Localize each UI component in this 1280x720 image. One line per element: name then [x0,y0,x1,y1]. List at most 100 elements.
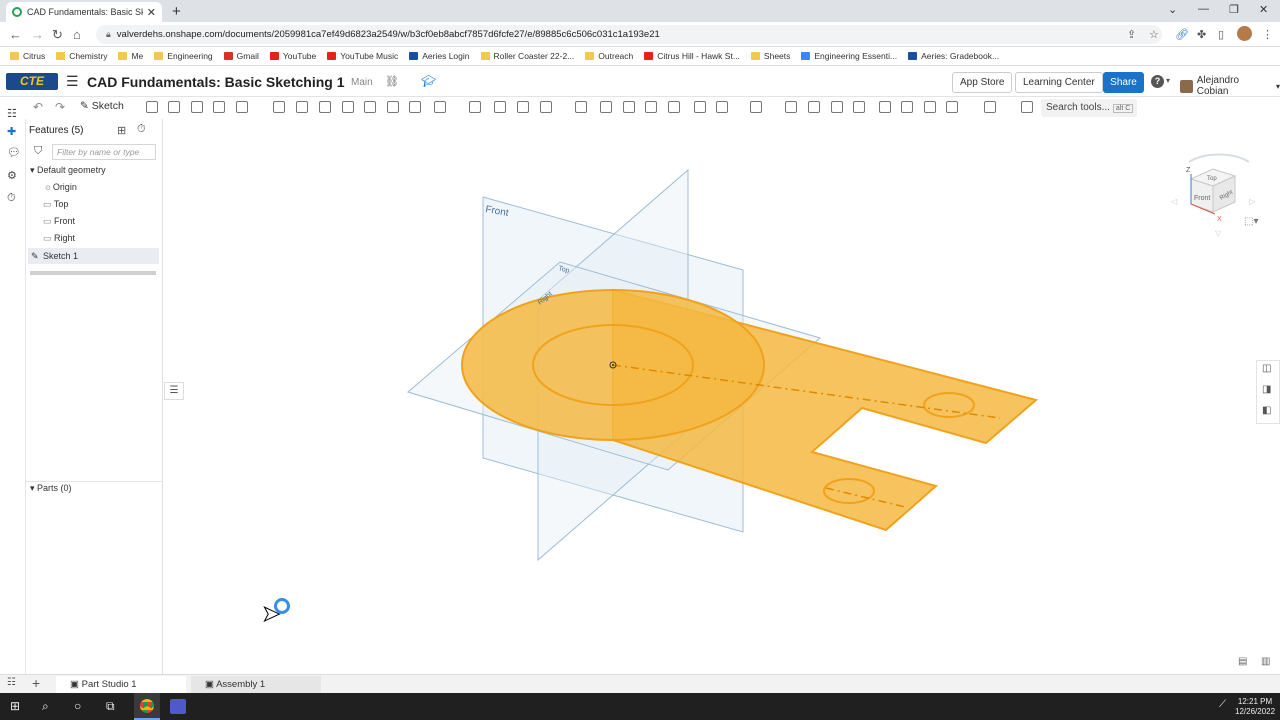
orbit-arc-icon[interactable] [1188,153,1250,163]
bookmark-item[interactable]: Engineering Essenti... [801,51,897,61]
sweep-tool-icon[interactable] [191,101,203,113]
side-panel-icon[interactable]: ▯ [1218,28,1224,41]
chrome-taskbar-button[interactable] [134,693,160,720]
tab-assembly[interactable]: ▣ Assembly 1 [191,676,321,693]
display-mode-icon[interactable]: ▤ [1238,656,1247,667]
boolean-tool-icon[interactable] [494,101,506,113]
helix-tool-icon[interactable] [645,101,657,113]
comments-icon[interactable]: 💬︎ [7,146,21,159]
add-feature-tool-icon[interactable] [1021,101,1033,113]
home-icon[interactable]: ⌂ [73,27,81,42]
user-menu[interactable]: Alejandro Cobian ▾ [1180,75,1280,97]
rib-tool-icon[interactable] [342,101,354,113]
bookmark-item[interactable]: Gmail [223,51,259,61]
rotate-down-icon[interactable]: ▽ [1215,229,1222,238]
view-cube[interactable]: Top Front Right Z X ◁ ▷ ▽ [1169,134,1259,244]
transform-tool-icon[interactable] [540,101,552,113]
network-icon[interactable]: ⟋ [1219,699,1226,710]
import-tool-icon[interactable] [879,101,891,113]
graphics-viewport[interactable]: Front Top Right Top Front Right Z X ◁ ▷ … [164,119,1280,674]
tab-part-studio[interactable]: ▣ Part Studio 1 [56,676,186,693]
bookmark-item[interactable]: Chemistry [56,51,107,61]
wrap-tool-icon[interactable] [694,101,706,113]
graduation-cap-icon[interactable]: 🎓︎ [421,74,436,88]
mirror-tool-icon[interactable] [469,101,481,113]
search-icon[interactable]: ⌕ [42,699,49,714]
feature-list-icon[interactable]: ☷ [7,107,17,120]
bookmark-item[interactable]: YouTube [269,51,316,61]
bookmark-item[interactable]: YouTube Music [327,51,398,61]
custom-feature-tool-icon[interactable] [831,101,843,113]
add-folder-icon[interactable]: ⊞ [117,124,126,137]
render-tool-icon[interactable] [901,101,913,113]
rollback-bar[interactable] [30,271,156,275]
add-feature-icon[interactable]: ✚ [7,125,16,138]
fs-tool-icon[interactable] [853,101,865,113]
hole-tool-icon[interactable] [387,101,399,113]
document-title[interactable]: CAD Fundamentals: Basic Sketching 1 [87,74,345,90]
feature-origin[interactable]: ⊙ Origin [45,182,77,192]
task-view-icon[interactable]: ⧉ [106,699,115,714]
frame-tool-icon[interactable] [750,101,762,113]
forward-icon[interactable]: → [31,27,44,42]
linear-pattern-icon[interactable] [409,101,421,113]
move-face-tool-icon[interactable] [946,101,958,113]
feature-sketch-1[interactable]: ✎ Sketch 1 [28,248,159,264]
profile-avatar[interactable] [1237,26,1252,41]
chamfer-tool-icon[interactable] [296,101,308,113]
appearance-icon[interactable]: ◫ [1262,363,1271,374]
cte-logo[interactable]: CTE [6,73,58,90]
split-tool-icon[interactable] [517,101,529,113]
more-menu-icon[interactable]: ⋮ [1262,28,1273,41]
back-icon[interactable]: ← [9,27,22,42]
history-icon[interactable]: ⏱︎ [7,192,16,205]
bookmark-item[interactable]: Citrus Hill - Hawk St... [644,51,740,61]
rotate-left-icon[interactable]: ◁ [1171,197,1178,206]
feature-top[interactable]: ▭ Top [43,199,68,210]
shell-tool-icon[interactable] [364,101,376,113]
bookmark-star-icon[interactable]: ☆ [1149,28,1159,41]
restore-icon[interactable]: ❐ [1229,3,1239,16]
circular-pattern-icon[interactable] [434,101,446,113]
cortana-icon[interactable]: ○ [74,699,81,713]
redo-icon[interactable]: ↷ [55,100,65,114]
delete-part-tool-icon[interactable] [575,101,587,113]
plane-tool-icon[interactable] [623,101,635,113]
bookmark-item[interactable]: Roller Coaster 22-2... [480,51,574,61]
mate-connector-tool-icon[interactable] [600,101,612,113]
help-chevron-icon[interactable]: ▾ [1166,76,1170,85]
close-tab-icon[interactable]: ✕ [147,6,156,19]
learning-center-button[interactable]: Learning Center [1015,72,1103,93]
new-tab-icon[interactable]: + [172,3,181,20]
thicken-tool-icon[interactable] [236,101,248,113]
section-view-icon[interactable]: ▥ [1261,656,1270,667]
share-page-icon[interactable]: ⇪ [1127,28,1136,41]
add-tab-icon[interactable]: + [32,675,40,691]
rotate-right-icon[interactable]: ▷ [1249,197,1256,206]
extensions-puzzle-icon[interactable]: ✤ [1197,28,1206,41]
measure-icon[interactable]: ◨ [1262,384,1271,395]
bookmark-item[interactable]: Citrus [10,51,45,61]
fillet-tool-icon[interactable] [273,101,285,113]
sketch-button[interactable]: ✎ Sketch [80,100,124,112]
parts-group[interactable]: ▾ Parts (0) [30,483,72,494]
replace-face-tool-icon[interactable] [924,101,936,113]
branch-label[interactable]: Main [351,77,373,88]
undo-icon[interactable]: ↶ [33,100,43,114]
share-button[interactable]: Share [1103,72,1144,93]
rollback-timer-icon[interactable]: ⏱︎ [137,123,146,136]
sketch-tool-icon[interactable] [146,101,158,113]
tab-list-icon[interactable]: ☷ [7,677,16,688]
app-store-button[interactable]: App Store [952,72,1013,93]
feature-front[interactable]: ▭ Front [43,216,75,227]
browser-tab[interactable]: CAD Fundamentals: Basic Sketch ✕ [6,2,162,22]
url-input[interactable]: 🔒︎ valverdehs.onshape.com/documents/2059… [96,25,1162,44]
filter-icon[interactable]: ⛉ [34,145,42,158]
surface-tool-icon[interactable] [808,101,820,113]
bookmark-item[interactable]: Sheets [750,51,790,61]
revolve-tool-icon[interactable] [168,101,180,113]
curve-tool-icon[interactable] [785,101,797,113]
help-icon[interactable]: ? [1151,75,1164,88]
bookmark-item[interactable]: Aeries: Gradebook... [908,51,999,61]
feature-filter-input[interactable]: Filter by name or type [52,144,156,160]
